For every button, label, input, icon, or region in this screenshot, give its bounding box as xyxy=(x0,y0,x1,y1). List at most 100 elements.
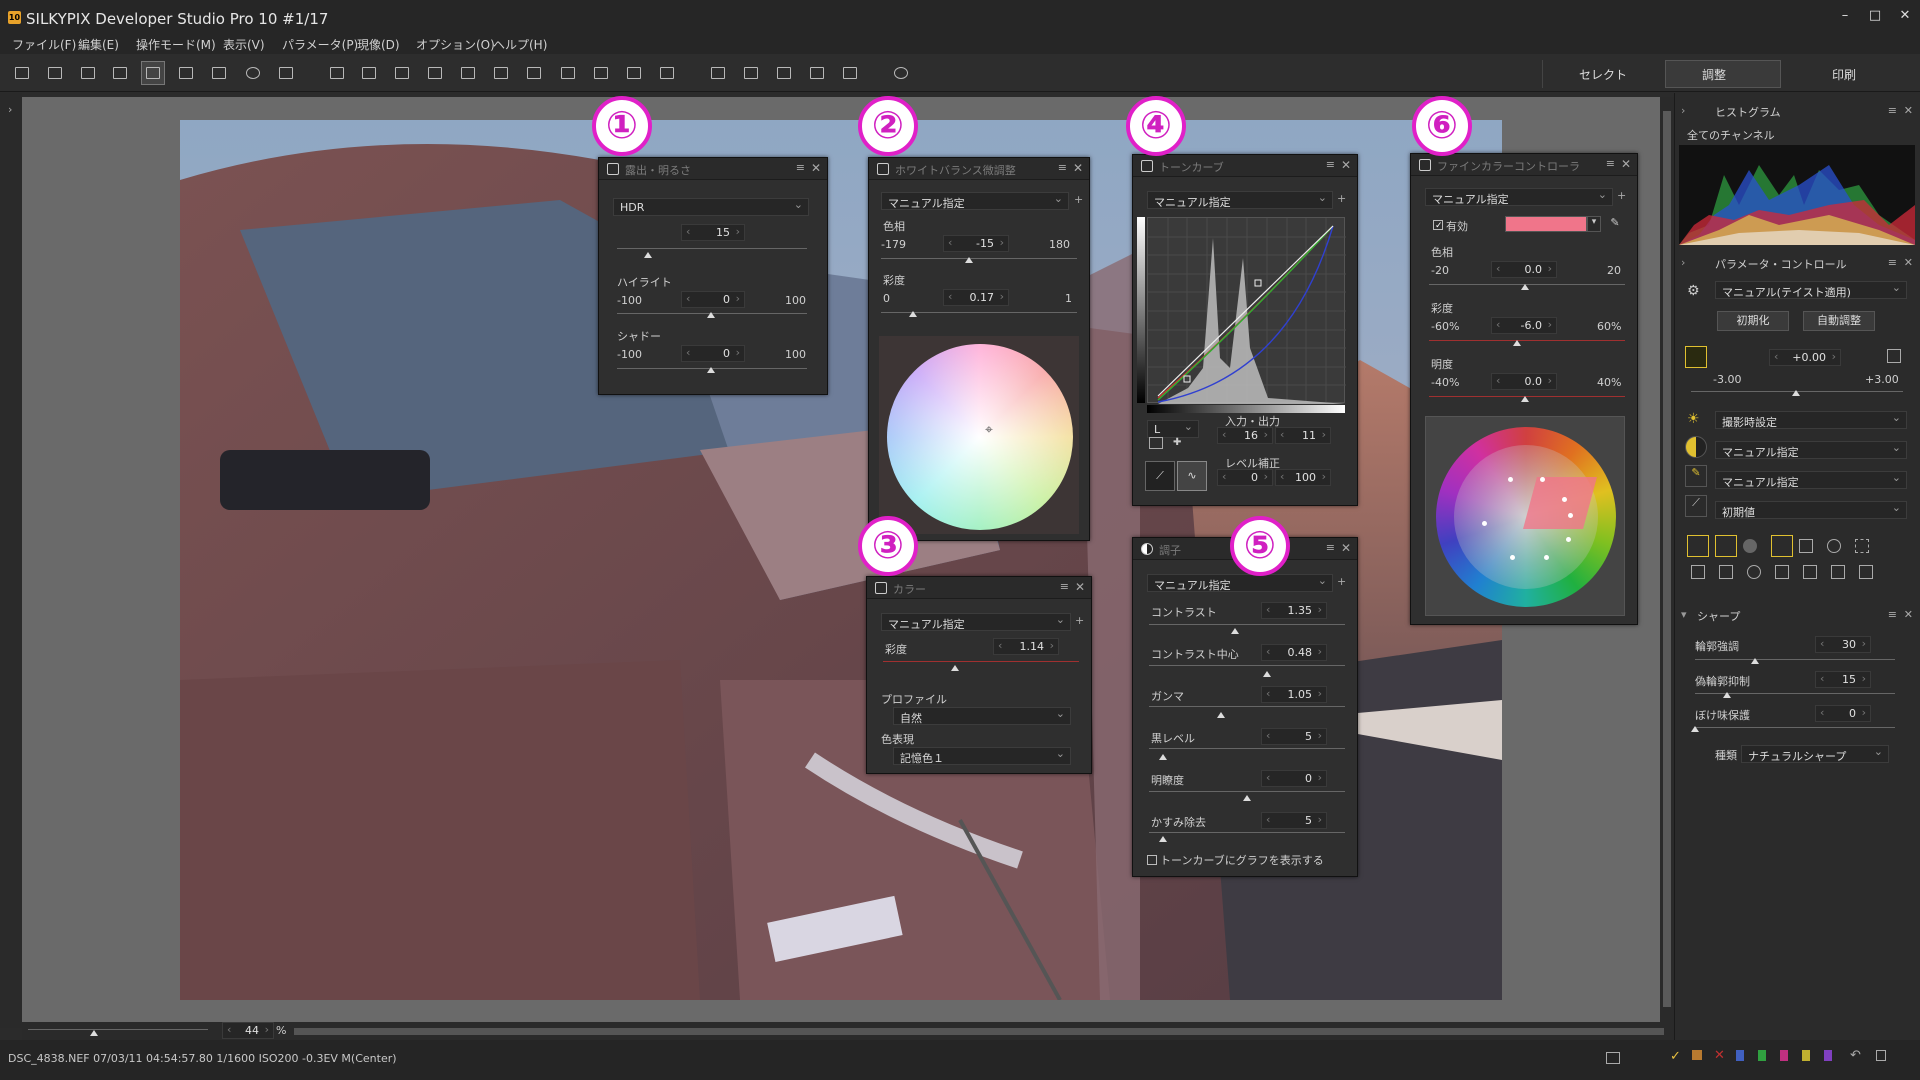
exposure-panel-header[interactable]: 露出・明るさ ≡ ✕ xyxy=(599,158,827,180)
lock-icon[interactable] xyxy=(1876,1050,1886,1061)
wb-color-wheel-area[interactable]: ⌖ xyxy=(879,336,1079,534)
fine-sat-handle[interactable] xyxy=(1513,340,1521,346)
tool-eye-icon[interactable] xyxy=(1747,565,1761,579)
color-mode-select[interactable]: マニュアル指定 xyxy=(881,613,1071,631)
fine-color-panel-header[interactable]: ファインカラーコントローラ ≡ ✕ xyxy=(1411,154,1637,176)
false-edge-value[interactable]: 15 xyxy=(1815,671,1871,688)
gamma-value[interactable]: 1.05 xyxy=(1261,686,1327,703)
screen-icon[interactable] xyxy=(805,61,829,85)
close-window-button[interactable]: ✕ xyxy=(1892,8,1918,26)
contrast-center-handle[interactable] xyxy=(1263,671,1271,677)
panel-menu-icon[interactable]: ≡ xyxy=(1326,541,1335,554)
tool-transform-icon[interactable] xyxy=(1859,565,1873,579)
fine-hue-handle[interactable] xyxy=(1521,284,1529,290)
eyedropper-icon[interactable]: ✚ xyxy=(1173,437,1185,449)
clarity-handle[interactable] xyxy=(1243,795,1251,801)
menu-help[interactable]: ヘルプ(H) xyxy=(493,36,547,53)
mode-adjust-button[interactable]: 調整 xyxy=(1665,60,1781,88)
wb-panel-header[interactable]: ホワイトバランス微調整 ≡ ✕ xyxy=(869,158,1089,180)
check-icon[interactable] xyxy=(655,61,679,85)
tag-green-icon[interactable] xyxy=(1758,1050,1766,1061)
add-icon[interactable]: + xyxy=(1337,192,1346,205)
tool-tone-curve-icon[interactable] xyxy=(1715,535,1737,557)
maximize-button[interactable]: □ xyxy=(1862,8,1888,26)
reject-icon[interactable]: ✕ xyxy=(1714,1048,1725,1063)
sharpness-icon[interactable]: ⟋ xyxy=(1685,495,1707,517)
add-icon[interactable]: + xyxy=(1074,193,1083,206)
wb-icon[interactable]: ☀ xyxy=(1687,411,1705,429)
sharpness-select[interactable]: 初期値 xyxy=(1715,501,1907,519)
exposure-auto-icon[interactable] xyxy=(1887,349,1901,363)
redo-icon[interactable] xyxy=(357,61,381,85)
wb-hue-value[interactable]: -15 xyxy=(943,235,1009,252)
menu-develop[interactable]: 現像(D) xyxy=(357,36,400,53)
minimize-button[interactable]: – xyxy=(1832,8,1858,26)
menu-option[interactable]: オプション(O) xyxy=(416,36,495,53)
level-low-value[interactable]: 0 xyxy=(1217,469,1273,486)
rotate-right-icon[interactable] xyxy=(622,61,646,85)
mode-print-button[interactable]: 印刷 xyxy=(1796,60,1906,88)
exposure-slider-handle[interactable] xyxy=(1792,390,1800,396)
output-value[interactable]: 11 xyxy=(1275,427,1331,444)
vertical-scrollbar[interactable] xyxy=(1660,97,1674,1022)
tone-curve-mode-select[interactable]: マニュアル指定 xyxy=(1147,191,1333,209)
close-icon[interactable]: ✕ xyxy=(1075,580,1085,594)
highlight-handle[interactable] xyxy=(707,312,715,318)
tool-exposure-icon[interactable] xyxy=(1687,535,1709,557)
param-control-header[interactable]: › パラメータ・コントロール ≡ ✕ xyxy=(1675,253,1920,273)
fine-bright-value[interactable]: 0.0 xyxy=(1491,373,1557,390)
gamma-handle[interactable] xyxy=(1217,712,1225,718)
gear-icon[interactable]: ⚙ xyxy=(1687,283,1700,299)
menu-parameter[interactable]: パラメータ(P) xyxy=(282,36,358,53)
brush-icon[interactable] xyxy=(489,61,513,85)
zoom-icon[interactable] xyxy=(241,61,265,85)
close-icon[interactable]: ✕ xyxy=(1073,161,1083,175)
fine-color-wheel-area[interactable] xyxy=(1425,416,1625,616)
color-swatch[interactable] xyxy=(1505,216,1587,232)
histogram-channel-select[interactable]: 全てのチャンネル xyxy=(1687,127,1775,143)
hdr-value[interactable]: 15 xyxy=(681,224,745,241)
zoom-bar[interactable]: 44 % xyxy=(22,1022,1674,1040)
level-high-value[interactable]: 100 xyxy=(1275,469,1331,486)
crop-icon[interactable] xyxy=(522,61,546,85)
tool-icon[interactable] xyxy=(838,61,862,85)
prev-icon[interactable] xyxy=(10,61,34,85)
horizontal-scrollbar-thumb[interactable] xyxy=(294,1028,1664,1035)
panel-menu-icon[interactable]: ≡ xyxy=(1606,157,1615,170)
left-panel-toggle[interactable]: › xyxy=(0,93,22,1028)
bokeh-protect-handle[interactable] xyxy=(1691,726,1699,732)
histogram-header[interactable]: › ヒストグラム ≡ ✕ xyxy=(1675,101,1920,121)
display-icon[interactable] xyxy=(1606,1052,1620,1064)
close-icon[interactable]: ✕ xyxy=(811,161,821,175)
channel-select[interactable]: L xyxy=(1147,420,1199,438)
fine-color-wheel[interactable] xyxy=(1436,427,1616,607)
menu-view[interactable]: 表示(V) xyxy=(223,36,265,53)
close-icon[interactable]: ✕ xyxy=(1341,158,1351,172)
panel-menu-icon[interactable]: ≡ xyxy=(1058,161,1067,174)
wb-color-wheel[interactable] xyxy=(887,344,1073,530)
color-sat-value[interactable]: 1.14 xyxy=(993,638,1059,655)
enabled-box[interactable] xyxy=(1433,220,1443,230)
develop-icon[interactable] xyxy=(706,61,730,85)
panel-menu-icon[interactable]: ≡ xyxy=(796,161,805,174)
sharp-header[interactable]: ▾ シャープ ≡ ✕ xyxy=(1675,605,1920,625)
edge-enhance-value[interactable]: 30 xyxy=(1815,636,1871,653)
tone-icon[interactable] xyxy=(1685,436,1707,458)
bokeh-protect-value[interactable]: 0 xyxy=(1815,705,1871,722)
wb-sat-handle[interactable] xyxy=(909,311,917,317)
menu-mode[interactable]: 操作モード(M) xyxy=(136,36,216,53)
fit-icon[interactable] xyxy=(1149,437,1163,449)
tag-yellow-icon[interactable] xyxy=(1802,1050,1810,1061)
edit-icon[interactable] xyxy=(456,61,480,85)
tool-fine-color-icon[interactable] xyxy=(1771,535,1793,557)
add-icon[interactable]: + xyxy=(1617,189,1626,202)
tool-effect-icon[interactable] xyxy=(1855,539,1869,553)
wb-mode-select[interactable]: マニュアル指定 xyxy=(881,192,1069,210)
hdr-handle[interactable] xyxy=(644,252,652,258)
dehaze-value[interactable]: 5 xyxy=(1261,812,1327,829)
init-button[interactable]: 初期化 xyxy=(1717,311,1789,331)
tool-stamp-icon[interactable] xyxy=(1803,565,1817,579)
shadow-value[interactable]: 0 xyxy=(681,345,745,362)
tool-rotate-icon[interactable] xyxy=(1827,539,1841,553)
tag-magenta-icon[interactable] xyxy=(1780,1050,1788,1061)
